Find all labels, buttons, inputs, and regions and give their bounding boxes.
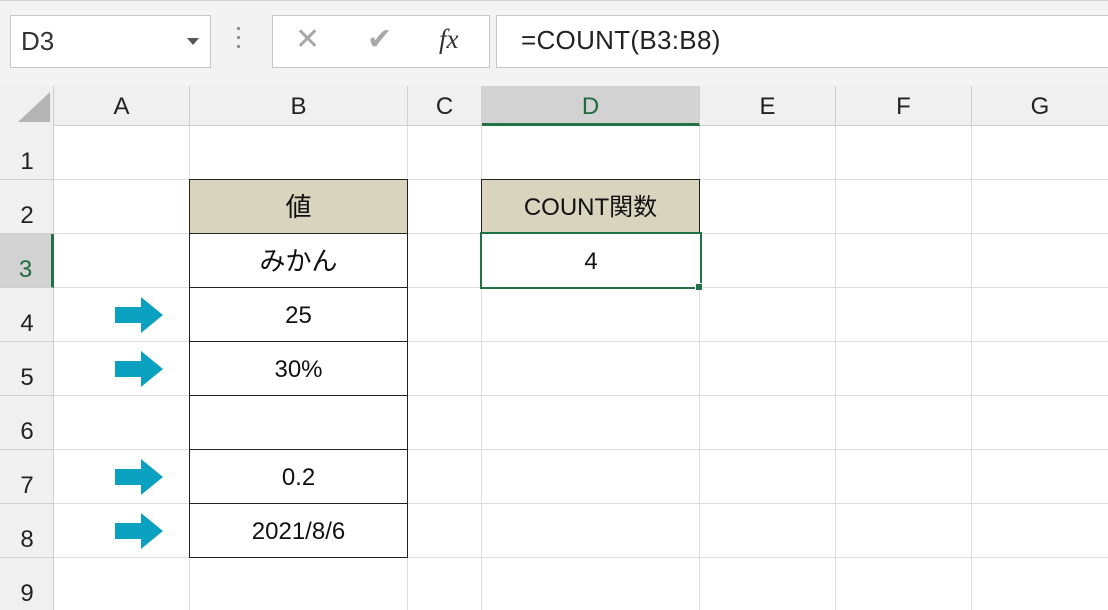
formula-text: =COUNT(B3:B8)	[521, 25, 721, 55]
name-box[interactable]: D3	[10, 15, 211, 68]
arrow-right-icon	[115, 297, 163, 333]
cell-d2[interactable]: COUNT関数	[481, 179, 700, 234]
column-header-b[interactable]: B	[190, 86, 408, 126]
drag-handle-icon[interactable]	[235, 27, 241, 57]
row-header-2[interactable]: 2	[0, 180, 54, 234]
column-header-c[interactable]: C	[408, 86, 482, 126]
cell-b5[interactable]: 30%	[189, 341, 408, 396]
column-header-e[interactable]: E	[700, 86, 836, 126]
cell-b3[interactable]: みかん	[189, 233, 408, 288]
column-header-g[interactable]: G	[972, 86, 1108, 126]
fill-handle[interactable]	[695, 283, 703, 291]
cell-d3-selected[interactable]: 4	[480, 232, 702, 289]
row-header-9[interactable]: 9	[0, 558, 54, 610]
cancel-x-icon[interactable]: ✕	[295, 22, 320, 57]
row-header-1[interactable]: 1	[0, 126, 54, 180]
cell-b6[interactable]	[189, 395, 408, 450]
formula-input[interactable]: =COUNT(B3:B8)	[496, 15, 1108, 68]
row-header-5[interactable]: 5	[0, 342, 54, 396]
select-all-button[interactable]	[0, 86, 54, 126]
name-box-value: D3	[21, 26, 55, 56]
row-header-8[interactable]: 8	[0, 504, 54, 558]
column-header-f[interactable]: F	[836, 86, 972, 126]
select-all-triangle-icon	[18, 92, 50, 122]
row-header-bar: 1 2 3 4 5 6 7 8 9	[0, 126, 54, 610]
row-header-6[interactable]: 6	[0, 396, 54, 450]
column-header-a[interactable]: A	[54, 86, 190, 126]
column-header-d[interactable]: D	[482, 86, 700, 126]
cell-b4[interactable]: 25	[189, 287, 408, 342]
row-header-7[interactable]: 7	[0, 450, 54, 504]
row-header-4[interactable]: 4	[0, 288, 54, 342]
arrow-right-icon	[115, 351, 163, 387]
row-header-3[interactable]: 3	[0, 234, 54, 288]
gridline	[971, 126, 972, 610]
gridline	[835, 126, 836, 610]
formula-buttons: ✕ ✔ fx	[272, 15, 490, 68]
insert-function-button[interactable]: fx	[439, 24, 459, 55]
cell-b7[interactable]: 0.2	[189, 449, 408, 504]
arrow-right-icon	[115, 459, 163, 495]
chevron-down-icon[interactable]	[187, 38, 199, 45]
cell-b8[interactable]: 2021/8/6	[189, 503, 408, 558]
check-icon[interactable]: ✔	[367, 22, 392, 57]
column-header-bar: A B C D E F G	[0, 86, 1108, 126]
formula-bar-area: D3 ✕ ✔ fx =COUNT(B3:B8)	[0, 0, 1108, 86]
cell-b2[interactable]: 値	[189, 179, 408, 234]
arrow-right-icon	[115, 513, 163, 549]
